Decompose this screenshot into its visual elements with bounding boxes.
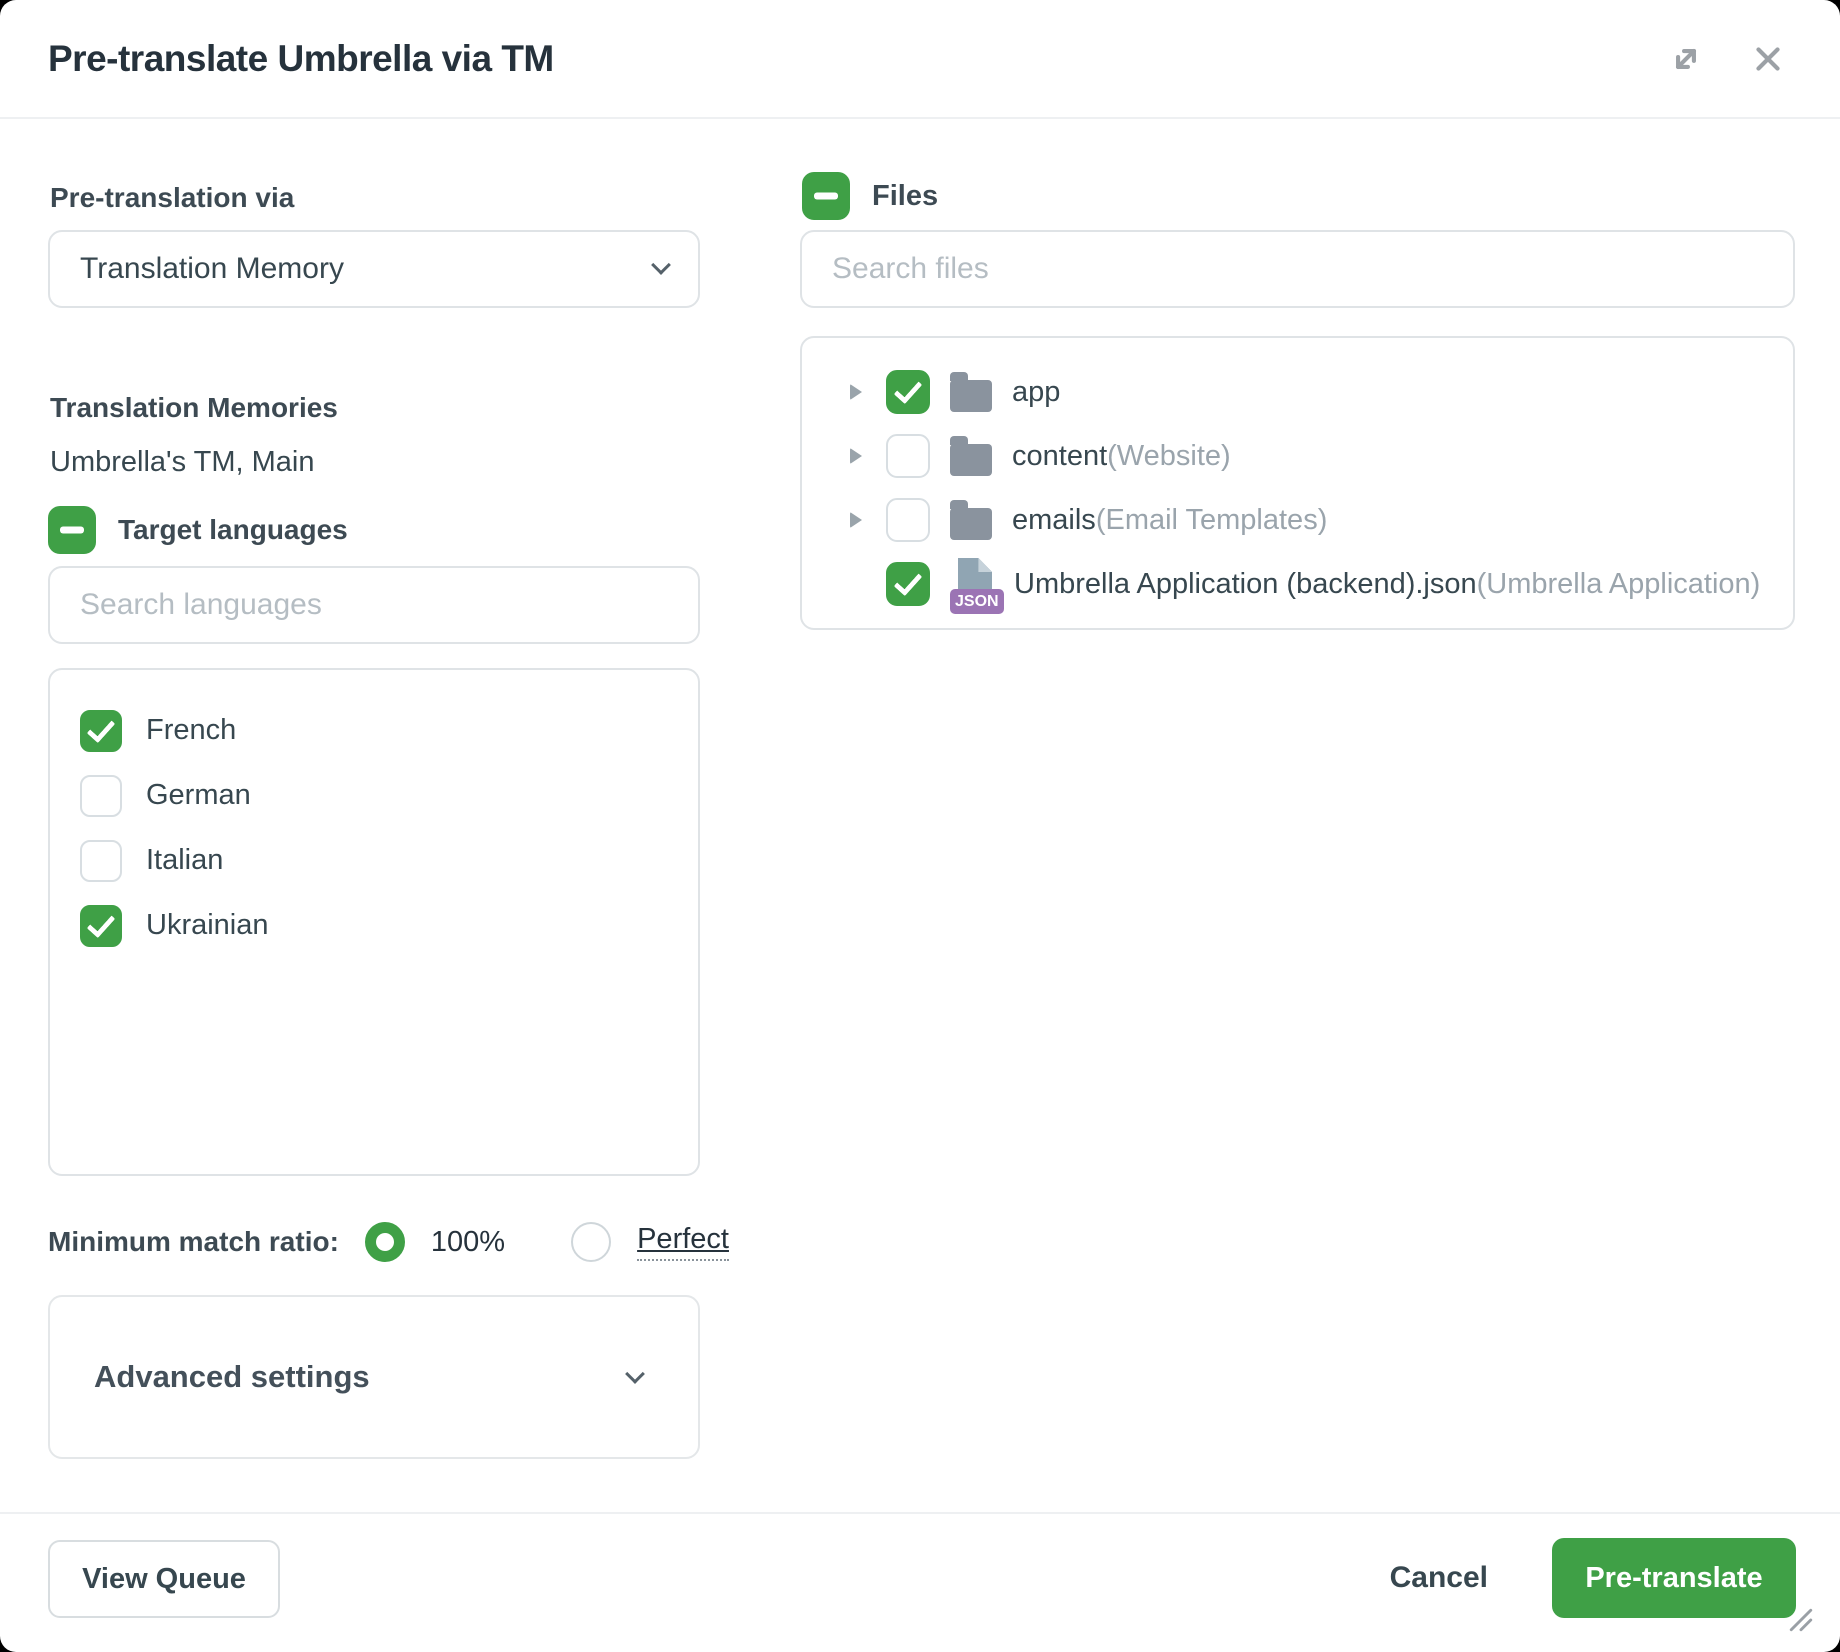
translation-memories-label: Translation Memories: [50, 392, 338, 424]
target-languages-checkbox[interactable]: [48, 506, 96, 554]
dialog-title: Pre-translate Umbrella via TM: [48, 38, 554, 80]
tree-item-note: (Website): [1107, 440, 1231, 473]
tree-row-folder[interactable]: emails (Email Templates): [802, 488, 1793, 552]
tree-checkbox[interactable]: [886, 498, 930, 542]
files-checkbox[interactable]: [802, 172, 850, 220]
tree-checkbox[interactable]: [886, 370, 930, 414]
chevron-down-icon: [651, 255, 671, 275]
folder-icon: [950, 444, 992, 476]
expand-icon[interactable]: [1666, 39, 1706, 79]
language-row[interactable]: Italian: [80, 828, 668, 893]
tree-item-name: Umbrella Application (backend).json: [1014, 568, 1477, 601]
pre-translate-button[interactable]: Pre-translate: [1552, 1538, 1796, 1618]
chevron-down-icon: [625, 1364, 645, 1384]
advanced-settings-label: Advanced settings: [94, 1359, 370, 1395]
search-files-input[interactable]: [800, 230, 1795, 308]
files-header: Files: [802, 172, 938, 220]
tree-row-folder[interactable]: content (Website): [802, 424, 1793, 488]
language-label: French: [146, 714, 236, 747]
language-label: German: [146, 779, 251, 812]
language-label: Italian: [146, 844, 223, 877]
match-ratio-100-radio[interactable]: [365, 1222, 405, 1262]
language-checkbox[interactable]: [80, 905, 122, 947]
language-row[interactable]: French: [80, 698, 668, 763]
language-row[interactable]: Ukrainian: [80, 893, 668, 958]
match-ratio-perfect-label[interactable]: Perfect: [637, 1223, 729, 1261]
view-queue-button[interactable]: View Queue: [48, 1540, 280, 1618]
language-checkbox[interactable]: [80, 710, 122, 752]
advanced-settings-toggle[interactable]: Advanced settings: [48, 1295, 700, 1459]
pretranslation-method-value: Translation Memory: [80, 252, 344, 286]
json-file-icon: JSON: [950, 558, 996, 610]
language-row[interactable]: German: [80, 763, 668, 828]
folder-icon: [950, 508, 992, 540]
tree-item-name: app: [1012, 376, 1060, 409]
pretranslation-method-select[interactable]: Translation Memory: [48, 230, 700, 308]
language-label: Ukrainian: [146, 909, 269, 942]
files-label: Files: [872, 180, 938, 213]
translation-memories-value: Umbrella's TM, Main: [50, 446, 314, 479]
languages-list: French German Italian Ukrainian: [48, 668, 700, 1176]
tree-item-name: content: [1012, 440, 1107, 473]
tree-row-folder[interactable]: app: [802, 360, 1793, 424]
minimum-match-ratio-row: Minimum match ratio: 100% Perfect: [48, 1220, 729, 1264]
footer-divider: [0, 1512, 1840, 1514]
tree-item-note: (Umbrella Application): [1477, 568, 1761, 601]
tree-item-name: emails: [1012, 504, 1096, 537]
search-languages-input[interactable]: [48, 566, 700, 644]
expand-arrow-icon[interactable]: [850, 512, 862, 528]
tree-checkbox[interactable]: [886, 562, 930, 606]
files-tree: app content (Website) emails (Email Temp…: [800, 336, 1795, 630]
json-badge: JSON: [950, 589, 1004, 614]
match-ratio-100-label: 100%: [431, 1226, 505, 1259]
language-checkbox[interactable]: [80, 775, 122, 817]
tree-row-file[interactable]: JSON Umbrella Application (backend).json…: [802, 552, 1793, 616]
target-languages-header: Target languages: [48, 506, 348, 554]
close-icon[interactable]: [1748, 39, 1788, 79]
resize-grip[interactable]: [1788, 1607, 1814, 1638]
cancel-button[interactable]: Cancel: [1390, 1561, 1488, 1595]
dialog-header: Pre-translate Umbrella via TM: [0, 0, 1840, 119]
expand-arrow-icon[interactable]: [850, 384, 862, 400]
tree-item-note: (Email Templates): [1096, 504, 1328, 537]
pretranslation-via-label: Pre-translation via: [50, 182, 294, 214]
tree-checkbox[interactable]: [886, 434, 930, 478]
language-checkbox[interactable]: [80, 840, 122, 882]
minimum-match-ratio-label: Minimum match ratio:: [48, 1226, 339, 1258]
target-languages-label: Target languages: [118, 514, 348, 546]
match-ratio-perfect-radio[interactable]: [571, 1222, 611, 1262]
pretranslate-dialog: Pre-translate Umbrella via TM Pre-transl…: [0, 0, 1840, 1652]
folder-icon: [950, 380, 992, 412]
expand-arrow-icon[interactable]: [850, 448, 862, 464]
